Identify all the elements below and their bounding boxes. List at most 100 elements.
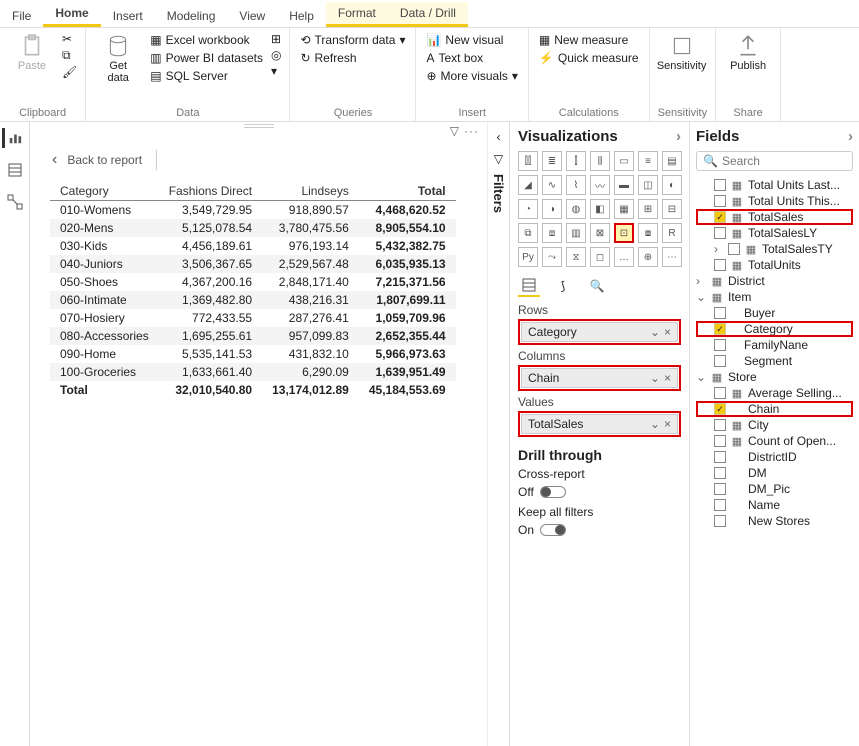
collapse-viz-icon[interactable]: › (676, 128, 681, 145)
report-canvas[interactable]: ▽ ··· ‹ Back to report CategoryFashions … (30, 122, 487, 746)
visual-type-icon[interactable]: ◧ (590, 199, 610, 219)
format-painter-icon[interactable]: 🖌 (62, 65, 77, 79)
visual-type-icon[interactable]: ⊟ (662, 199, 682, 219)
get-data-button[interactable]: Get data (94, 32, 142, 84)
checkbox-icon[interactable] (728, 243, 740, 255)
publish-button[interactable]: Publish (724, 32, 772, 72)
visual-type-icon[interactable]: ◻ (590, 247, 610, 267)
matrix-header[interactable]: Lindseys (262, 182, 359, 201)
cross-report-toggle[interactable] (540, 486, 566, 498)
table-row[interactable]: 090-Home5,535,141.53431,832.105,966,973.… (50, 345, 456, 363)
field-item[interactable]: ›▦TotalSalesTY (696, 241, 853, 257)
visual-type-icon[interactable]: ▭ (614, 151, 634, 171)
remove-field-icon[interactable]: × (664, 325, 671, 339)
values-field-pill[interactable]: TotalSales ⌄× (521, 414, 678, 434)
values-well[interactable]: TotalSales ⌄× (518, 411, 681, 437)
chevron-down-icon[interactable]: ⌄ (650, 417, 660, 431)
columns-well[interactable]: Chain ⌄× (518, 365, 681, 391)
table-row[interactable]: 100-Groceries1,633,661.406,290.091,639,9… (50, 363, 456, 381)
checkbox-icon[interactable]: ✓ (714, 403, 726, 415)
checkbox-icon[interactable] (714, 451, 726, 463)
checkbox-icon[interactable] (714, 387, 726, 399)
table-row[interactable]: 030-Kids4,456,189.61976,193.145,432,382.… (50, 237, 456, 255)
visual-type-icon[interactable]: ◐ (662, 175, 682, 195)
table-row[interactable]: 040-Juniors3,506,367.652,529,567.486,035… (50, 255, 456, 273)
field-item[interactable]: ▦Count of Open... (696, 433, 853, 449)
refresh-button[interactable]: ↻Refresh (298, 50, 407, 66)
field-item[interactable]: ▦TotalUnits (696, 257, 853, 273)
visual-type-icon[interactable]: ⧖ (566, 247, 586, 267)
more-visuals-button[interactable]: ⊕More visuals ▾ (424, 68, 519, 84)
table-row[interactable]: 010-Womens3,549,729.95918,890.574,468,62… (50, 201, 456, 220)
remove-field-icon[interactable]: × (664, 371, 671, 385)
text-box-button[interactable]: AText box (424, 50, 519, 66)
visual-type-icon[interactable]: ⊠ (590, 223, 610, 243)
checkbox-icon[interactable] (714, 259, 726, 271)
visual-type-icon[interactable]: ⫼ (590, 151, 610, 171)
checkbox-icon[interactable] (714, 483, 726, 495)
visual-type-icon[interactable]: R (662, 223, 682, 243)
more-options-icon[interactable]: ··· (464, 124, 479, 138)
field-item[interactable]: ✓Category (696, 321, 853, 337)
field-item[interactable]: FamilyNane (696, 337, 853, 353)
visual-type-icon[interactable]: Py (518, 247, 538, 267)
checkbox-icon[interactable] (714, 227, 726, 239)
visual-type-icon[interactable]: ◔ (518, 199, 538, 219)
tab-data-drill[interactable]: Data / Drill (388, 2, 468, 27)
data-view-button[interactable] (5, 160, 25, 180)
checkbox-icon[interactable]: ✓ (714, 211, 726, 223)
table-row[interactable]: 050-Shoes4,367,200.162,848,171.407,215,3… (50, 273, 456, 291)
visual-filter-icon[interactable]: ▽ (450, 124, 459, 138)
enter-data-icon[interactable]: ⊞ (271, 32, 281, 46)
paste-button[interactable]: Paste (8, 32, 56, 72)
matrix-visual[interactable]: CategoryFashions DirectLindseysTotal 010… (50, 182, 456, 399)
dataverse-icon[interactable]: ◎ (271, 48, 281, 62)
table-row[interactable]: 080-Accessories1,695,255.61957,099.832,6… (50, 327, 456, 345)
fields-mode-icon[interactable] (518, 275, 540, 297)
expand-icon[interactable]: ⌄ (696, 290, 706, 304)
field-item[interactable]: ▦TotalSalesLY (696, 225, 853, 241)
chevron-down-icon[interactable]: ⌄ (650, 371, 660, 385)
powerbi-datasets-button[interactable]: ▥Power BI datasets (148, 50, 265, 66)
visual-type-icon[interactable]: ▥ (566, 223, 586, 243)
checkbox-icon[interactable] (714, 515, 726, 527)
checkbox-icon[interactable]: ✓ (714, 323, 726, 335)
field-item[interactable]: Buyer (696, 305, 853, 321)
rows-well[interactable]: Category ⌄× (518, 319, 681, 345)
checkbox-icon[interactable] (714, 419, 726, 431)
visual-type-icon[interactable]: ⌇ (566, 175, 586, 195)
new-visual-button[interactable]: 📊New visual (424, 32, 519, 48)
checkbox-icon[interactable] (714, 355, 726, 367)
visual-type-icon[interactable]: ⊕ (638, 247, 658, 267)
analytics-mode-icon[interactable]: 🔍 (586, 275, 608, 297)
field-item[interactable]: New Stores (696, 513, 853, 529)
model-view-button[interactable] (5, 192, 25, 212)
excel-workbook-button[interactable]: ▦Excel workbook (148, 32, 265, 48)
field-item[interactable]: DM (696, 465, 853, 481)
field-item[interactable]: ▦City (696, 417, 853, 433)
matrix-visual-type-icon[interactable]: ⊡ (614, 223, 634, 243)
new-measure-button[interactable]: ▦New measure (537, 32, 641, 48)
tab-home[interactable]: Home (43, 2, 100, 27)
field-item[interactable]: ▦Total Units This... (696, 193, 853, 209)
checkbox-icon[interactable] (714, 339, 726, 351)
matrix-header[interactable]: Total (359, 182, 456, 201)
visual-type-icon[interactable]: ≣ (542, 151, 562, 171)
rows-field-pill[interactable]: Category ⌄× (521, 322, 678, 342)
field-item[interactable]: Segment (696, 353, 853, 369)
visual-type-icon[interactable]: ◑ (542, 199, 562, 219)
table-node[interactable]: ⌄▦Item (696, 289, 853, 305)
expand-icon[interactable]: › (696, 274, 706, 288)
copy-icon[interactable]: ⧉ (62, 48, 77, 63)
field-item[interactable]: ▦Average Selling... (696, 385, 853, 401)
collapse-fields-icon[interactable]: › (848, 128, 853, 145)
table-row[interactable]: 060-Intimate1,369,482.80438,216.311,807,… (50, 291, 456, 309)
checkbox-icon[interactable] (714, 499, 726, 511)
format-mode-icon[interactable]: ⟆ (552, 275, 574, 297)
visual-type-icon[interactable]: ⫿ (566, 151, 586, 171)
transform-data-button[interactable]: ⟲Transform data ▾ (298, 32, 407, 48)
tab-help[interactable]: Help (277, 5, 326, 27)
visual-type-icon[interactable]: ⧈ (542, 223, 562, 243)
recent-sources-icon[interactable]: ▾ (271, 64, 281, 78)
visual-type-icon[interactable]: ◍ (566, 199, 586, 219)
